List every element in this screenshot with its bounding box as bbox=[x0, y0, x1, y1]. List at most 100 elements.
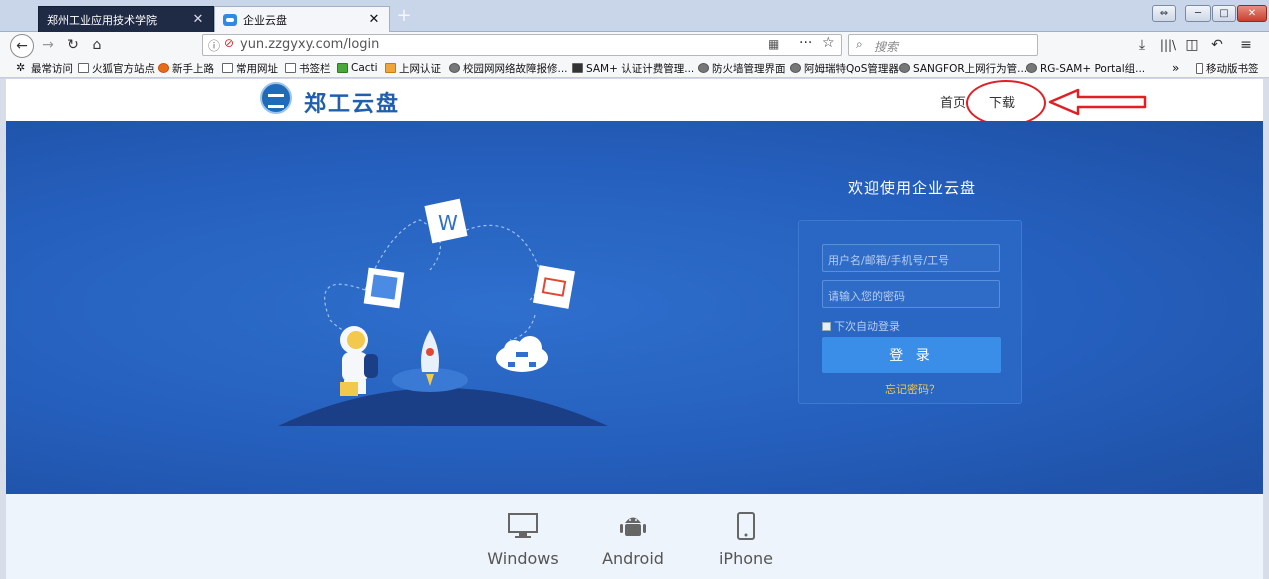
school-logo-icon bbox=[260, 82, 292, 114]
globe-icon bbox=[1026, 63, 1037, 73]
platform-windows[interactable]: Windows bbox=[478, 512, 568, 568]
tab-yunpan[interactable]: 企业云盘 ✕ bbox=[214, 6, 390, 32]
bookmark-label: 常用网址 bbox=[236, 62, 278, 75]
bookmark-label: 新手上路 bbox=[172, 62, 214, 75]
bookmark-label: 最常访问 bbox=[31, 62, 73, 75]
planet-hill bbox=[278, 388, 608, 426]
ep-icon bbox=[385, 63, 396, 73]
word-doc-icon: W bbox=[424, 198, 468, 244]
home-icon[interactable]: ⌂ bbox=[87, 35, 107, 55]
bookmark-rg-sam-portal[interactable]: RG-SAM+ Portal组... bbox=[1026, 60, 1145, 76]
checkbox-icon[interactable] bbox=[822, 321, 831, 331]
bookmark-net-auth[interactable]: 上网认证 bbox=[385, 60, 441, 76]
page-actions-icon[interactable]: ··· bbox=[799, 35, 812, 51]
bookmark-label: 防火墙管理界面 bbox=[712, 62, 786, 75]
annotation-arrow bbox=[1048, 88, 1147, 116]
bookmark-most-visited[interactable]: ✲ 最常访问 bbox=[16, 60, 73, 76]
remember-me-checkbox[interactable]: 下次自动登录 bbox=[822, 318, 900, 334]
globe-icon bbox=[790, 63, 801, 73]
bookmark-mobile[interactable]: 移动版书签 bbox=[1196, 60, 1259, 76]
username-input[interactable]: 用户名/邮箱/手机号/工号 bbox=[822, 244, 1000, 272]
bookmark-label: 阿姆瑞特QoS管理器 bbox=[804, 62, 899, 75]
close-tab-icon[interactable]: ✕ bbox=[367, 13, 381, 26]
cacti-icon bbox=[337, 63, 348, 73]
download-icon[interactable]: ⤓ bbox=[1132, 35, 1152, 55]
new-tab-icon[interactable]: + bbox=[394, 6, 414, 26]
folder-icon bbox=[285, 63, 296, 73]
menu-icon[interactable]: ≡ bbox=[1236, 35, 1256, 55]
bookmark-label: 火狐官方站点 bbox=[92, 62, 155, 75]
bookmark-sangfor[interactable]: SANGFOR上网行为管... bbox=[899, 60, 1027, 76]
bookmark-common-sites[interactable]: 常用网址 bbox=[222, 60, 278, 76]
bookmark-qos[interactable]: 阿姆瑞特QoS管理器 bbox=[790, 60, 899, 76]
close-window-button[interactable]: ✕ bbox=[1237, 5, 1267, 22]
image-doc-icon bbox=[363, 267, 405, 309]
tab-title: 企业云盘 bbox=[243, 13, 287, 27]
cloud-icon bbox=[223, 13, 237, 26]
forgot-password-link[interactable]: 忘记密码？ bbox=[885, 381, 940, 397]
close-tab-icon[interactable]: ✕ bbox=[191, 13, 205, 26]
monitor-icon bbox=[508, 513, 538, 538]
bookmark-star-icon[interactable]: ☆ bbox=[822, 35, 835, 51]
bookmark-label: 书签栏 bbox=[299, 62, 331, 75]
password-input[interactable]: 请输入您的密码 bbox=[822, 280, 1000, 308]
cloud-illustration: W bbox=[278, 198, 608, 426]
platform-label: Android bbox=[602, 549, 664, 568]
qr-code-icon[interactable]: ▦ bbox=[768, 37, 779, 51]
android-icon bbox=[620, 517, 646, 536]
tab-zzgyxy[interactable]: 郑州工业应用技术学院 ✕ bbox=[38, 6, 214, 32]
gear-icon: ✲ bbox=[16, 61, 26, 74]
annotation-ellipse bbox=[966, 80, 1046, 126]
site-logo-text[interactable]: 郑工云盘 bbox=[304, 86, 400, 118]
sam-icon bbox=[572, 63, 583, 73]
search-placeholder: 搜索 bbox=[874, 40, 899, 54]
svg-text:W: W bbox=[438, 211, 458, 235]
bookmark-cacti[interactable]: Cacti bbox=[337, 60, 378, 76]
bookmark-firefox-site[interactable]: 火狐官方站点 bbox=[78, 60, 155, 76]
reload-icon[interactable]: ↻ bbox=[63, 35, 83, 55]
forward-arrow-icon[interactable]: → bbox=[38, 35, 58, 55]
undo-icon[interactable]: ↶ bbox=[1207, 35, 1227, 55]
nav-home-link[interactable]: 首页 bbox=[940, 92, 966, 111]
window-restore-small-button[interactable]: ⇔ bbox=[1152, 5, 1176, 22]
library-icon[interactable]: |||\ bbox=[1158, 35, 1178, 55]
bookmark-label: SANGFOR上网行为管... bbox=[913, 62, 1028, 75]
folder-icon bbox=[222, 63, 233, 73]
tab-title: 郑州工业应用技术学院 bbox=[47, 13, 157, 27]
login-title: 欢迎使用企业云盘 bbox=[848, 179, 977, 197]
bookmark-label: 校园网网络故障报修... bbox=[463, 62, 568, 75]
bookmark-label: 上网认证 bbox=[399, 62, 441, 75]
bookmark-label: 移动版书签 bbox=[1206, 62, 1259, 75]
ppt-doc-icon bbox=[532, 265, 576, 309]
bookmark-label: RG-SAM+ Portal组... bbox=[1040, 62, 1146, 75]
bookmark-label: Cacti bbox=[351, 62, 378, 74]
info-icon[interactable]: ⓘ bbox=[208, 37, 220, 54]
mobile-icon bbox=[1196, 62, 1203, 74]
globe-icon bbox=[449, 63, 460, 73]
bookmark-fault-report[interactable]: 校园网网络故障报修... bbox=[449, 60, 568, 76]
bookmark-getting-started[interactable]: 新手上路 bbox=[158, 60, 214, 76]
firefox-icon bbox=[158, 63, 169, 73]
astronaut-icon bbox=[340, 326, 378, 396]
remember-me-label: 下次自动登录 bbox=[834, 320, 900, 333]
minimize-button[interactable]: ─ bbox=[1185, 5, 1211, 22]
bookmark-bookmarks-bar[interactable]: 书签栏 bbox=[285, 60, 331, 76]
platform-label: Windows bbox=[487, 549, 559, 568]
login-button[interactable]: 登 录 bbox=[822, 337, 1001, 373]
maximize-button[interactable]: □ bbox=[1212, 5, 1236, 22]
back-arrow-icon[interactable]: ← bbox=[10, 34, 34, 58]
platform-label: iPhone bbox=[718, 549, 773, 568]
sidebar-icon[interactable]: ◫ bbox=[1182, 35, 1202, 55]
insecure-lock-icon[interactable]: ⊘ bbox=[224, 36, 234, 50]
search-icon: ⌕ bbox=[856, 37, 863, 51]
platform-android[interactable]: Android bbox=[588, 512, 678, 568]
bookmarks-overflow-icon[interactable]: » bbox=[1172, 60, 1179, 76]
phone-icon bbox=[737, 512, 755, 540]
url-text[interactable]: yun.zzgyxy.com/login bbox=[240, 37, 379, 52]
platform-iphone[interactable]: iPhone bbox=[701, 512, 791, 568]
bookmark-sam-billing[interactable]: SAM+ 认证计费管理... bbox=[572, 60, 694, 76]
hero-banner bbox=[6, 121, 1263, 494]
bookmark-firewall[interactable]: 防火墙管理界面 bbox=[698, 60, 786, 76]
cloud-network-icon bbox=[496, 336, 548, 372]
folder-icon bbox=[78, 63, 89, 73]
